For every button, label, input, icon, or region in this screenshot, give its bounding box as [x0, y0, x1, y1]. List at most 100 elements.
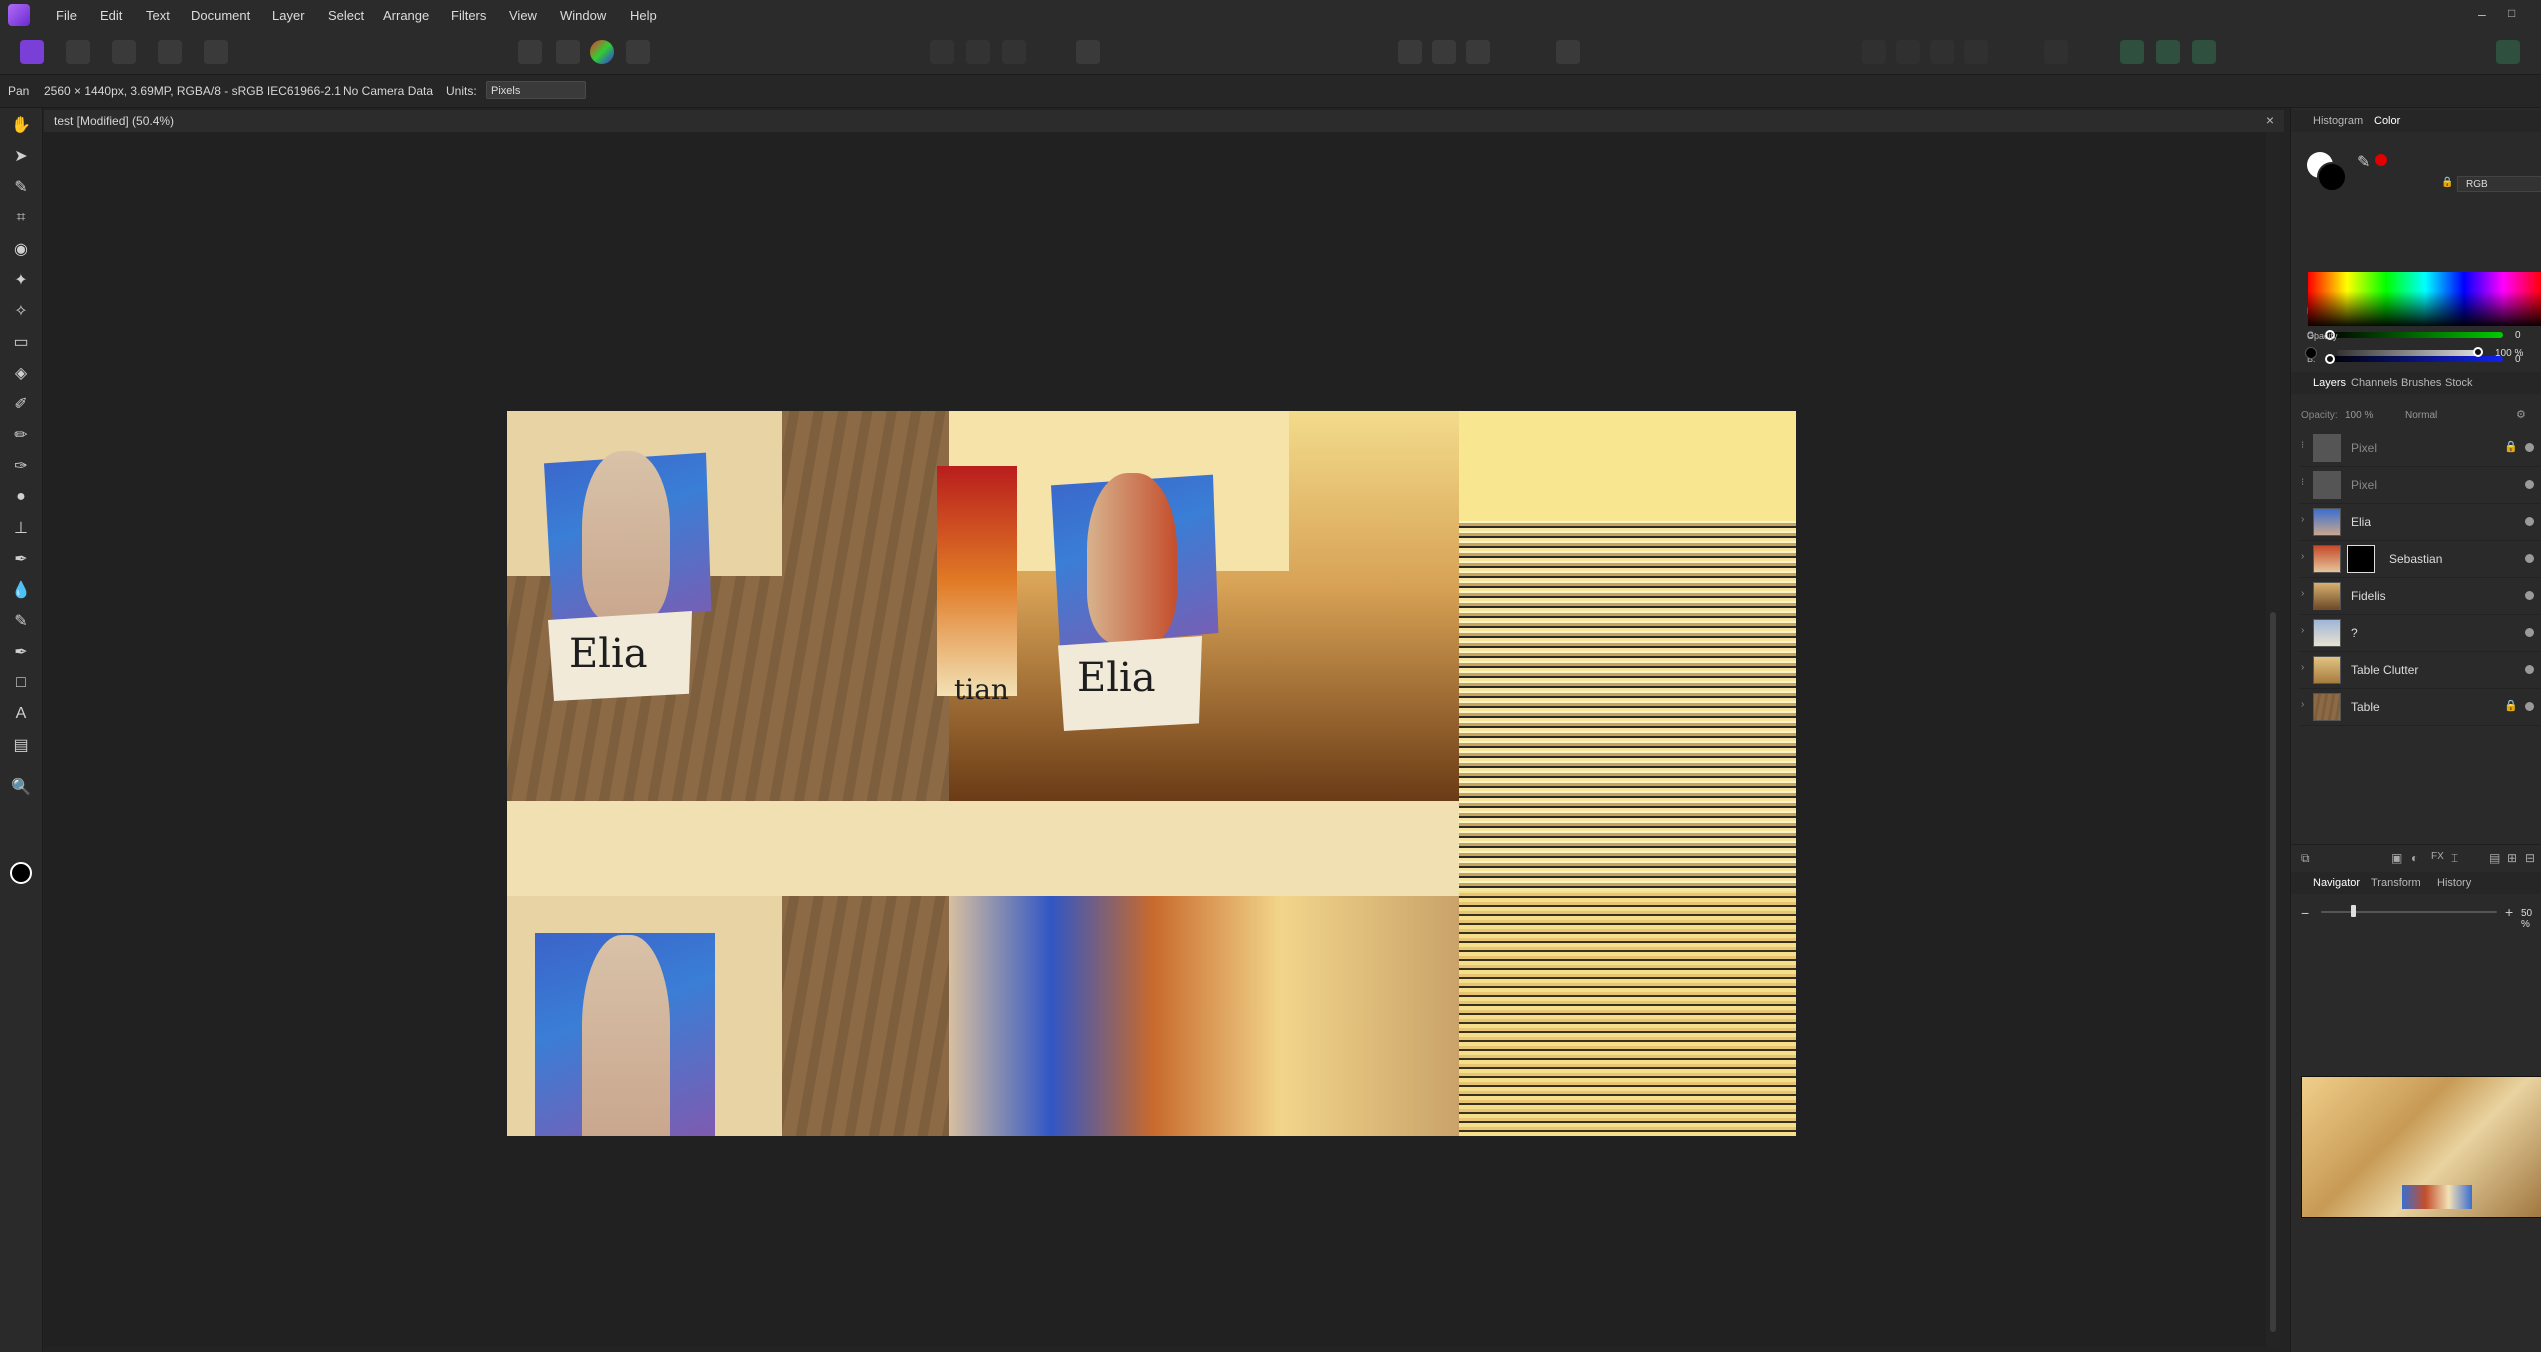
- color-picker-tool-icon[interactable]: ✎: [10, 176, 32, 198]
- channel-g-slider[interactable]: [2325, 332, 2503, 338]
- clone-tool-icon[interactable]: ⊥: [10, 517, 32, 539]
- adjustment-icon[interactable]: ◐: [2411, 851, 2418, 865]
- units-select[interactable]: Pixels: [486, 81, 586, 99]
- tab-histogram[interactable]: Histogram: [2313, 115, 2363, 127]
- liquify-persona-icon[interactable]: [66, 40, 90, 64]
- layer-settings-gear-icon[interactable]: ⚙: [2516, 408, 2526, 421]
- menu-arrange[interactable]: Arrange: [383, 0, 429, 32]
- boolean-subtract-icon[interactable]: [2156, 40, 2180, 64]
- boolean-add-icon[interactable]: [2120, 40, 2144, 64]
- layer-expand-icon[interactable]: ›: [2301, 625, 2304, 636]
- menu-select[interactable]: Select: [328, 0, 364, 32]
- layer-row-pixel-1[interactable]: ⁝ Pixel 🔒: [2299, 430, 2541, 467]
- guides-icon[interactable]: [1432, 40, 1456, 64]
- layer-row-fidelis[interactable]: › Fidelis: [2299, 578, 2541, 615]
- layer-lock-icon[interactable]: 🔒: [2504, 699, 2518, 712]
- flood-fill-tool-icon[interactable]: ◈: [10, 362, 32, 384]
- assistant-icon[interactable]: [1556, 40, 1580, 64]
- layer-row-pixel-2[interactable]: ⁝ Pixel: [2299, 467, 2541, 504]
- layer-lock-icon[interactable]: 🔒: [2504, 440, 2518, 453]
- tab-history[interactable]: History: [2437, 877, 2471, 889]
- zoom-tool-icon[interactable]: 🔍: [10, 776, 32, 798]
- user-account-icon[interactable]: [2496, 40, 2520, 64]
- auto-white-balance-icon[interactable]: [626, 40, 650, 64]
- tab-layers[interactable]: Layers: [2313, 377, 2346, 389]
- quick-mask-icon[interactable]: [1076, 40, 1100, 64]
- tab-color[interactable]: Color: [2374, 115, 2400, 127]
- layer-visibility-icon[interactable]: [2525, 443, 2534, 452]
- layer-mask-icon[interactable]: ▣: [2391, 851, 2402, 865]
- align-right-icon[interactable]: [1930, 40, 1954, 64]
- photo-persona-icon[interactable]: [20, 40, 44, 64]
- mesh-warp-tool-icon[interactable]: ▤: [10, 734, 32, 756]
- layer-row-unknown[interactable]: › ?: [2299, 615, 2541, 652]
- selection-subtract-icon[interactable]: [966, 40, 990, 64]
- maximize-button[interactable]: □: [2508, 6, 2515, 20]
- secondary-color-swatch-icon[interactable]: [2317, 162, 2347, 192]
- rectangle-tool-icon[interactable]: □: [10, 672, 32, 694]
- tab-stock[interactable]: Stock: [2445, 377, 2473, 389]
- transform-icon[interactable]: [2044, 40, 2068, 64]
- dodge-tool-icon[interactable]: ●: [10, 486, 32, 508]
- layer-visibility-icon[interactable]: [2525, 665, 2534, 674]
- layer-mask-thumbnail[interactable]: [2347, 545, 2375, 573]
- layer-visibility-icon[interactable]: [2525, 628, 2534, 637]
- fx-icon[interactable]: FX: [2431, 851, 2444, 862]
- pixel-tool-icon[interactable]: ✏: [10, 424, 32, 446]
- move-tool-icon[interactable]: ➤: [10, 145, 32, 167]
- layer-row-table-clutter[interactable]: › Table Clutter: [2299, 652, 2541, 689]
- layer-expand-icon[interactable]: ›: [2301, 588, 2304, 599]
- flood-select-tool-icon[interactable]: ✦: [10, 269, 32, 291]
- menu-text[interactable]: Text: [146, 0, 170, 32]
- document-tab[interactable]: test [Modified] (50.4%) ×: [44, 110, 2284, 132]
- tone-mapping-persona-icon[interactable]: [158, 40, 182, 64]
- opacity-slider[interactable]: [2337, 350, 2479, 356]
- menu-help[interactable]: Help: [630, 0, 657, 32]
- text-tool-icon[interactable]: A: [10, 703, 32, 725]
- inpainting-tool-icon[interactable]: ✎: [10, 610, 32, 632]
- tab-transform[interactable]: Transform: [2371, 877, 2421, 889]
- menu-edit[interactable]: Edit: [100, 0, 122, 32]
- export-persona-icon[interactable]: [204, 40, 228, 64]
- layer-row-sebastian[interactable]: › Sebastian: [2299, 541, 2541, 578]
- layer-visibility-icon[interactable]: [2525, 517, 2534, 526]
- color-mode-select[interactable]: RGB: [2457, 176, 2541, 192]
- selection-intersect-icon[interactable]: [1002, 40, 1026, 64]
- menu-layer[interactable]: Layer: [272, 0, 305, 32]
- pen-tool-icon[interactable]: ✒: [10, 641, 32, 663]
- align-center-icon[interactable]: [1896, 40, 1920, 64]
- picked-color-swatch[interactable]: [2375, 154, 2387, 166]
- menu-window[interactable]: Window: [560, 0, 606, 32]
- layer-row-table[interactable]: › Table 🔒: [2299, 689, 2541, 726]
- zoom-slider[interactable]: [2321, 911, 2497, 913]
- vertical-scrollbar[interactable]: [2266, 132, 2280, 1347]
- opacity-value[interactable]: 100 %: [2495, 348, 2523, 359]
- marquee-tool-icon[interactable]: ▭: [10, 331, 32, 353]
- crop-tool-icon[interactable]: ⌗: [10, 207, 32, 229]
- layer-copy-icon[interactable]: ⧉: [2301, 851, 2310, 866]
- blur-brush-tool-icon[interactable]: ✒: [10, 548, 32, 570]
- distribute-icon[interactable]: [1964, 40, 1988, 64]
- sharpen-brush-tool-icon[interactable]: 💧: [10, 579, 32, 601]
- snapping-icon[interactable]: [1398, 40, 1422, 64]
- add-group-icon[interactable]: ▤: [2489, 851, 2500, 865]
- lock-icon[interactable]: 🔒: [2441, 177, 2453, 188]
- close-document-button[interactable]: ×: [2266, 112, 2274, 128]
- zoom-in-icon[interactable]: +: [2505, 904, 2513, 920]
- boolean-intersect-icon[interactable]: [2192, 40, 2216, 64]
- tab-navigator[interactable]: Navigator: [2313, 877, 2360, 889]
- layer-visibility-icon[interactable]: [2525, 591, 2534, 600]
- delete-layer-icon[interactable]: ⊟: [2525, 851, 2535, 865]
- color-swatch-icon[interactable]: [10, 862, 32, 884]
- zoom-slider-knob[interactable]: [2351, 905, 2356, 917]
- erase-brush-tool-icon[interactable]: ✑: [10, 455, 32, 477]
- hand-tool-icon[interactable]: ✋: [10, 114, 32, 136]
- channel-b-knob[interactable]: [2325, 354, 2335, 364]
- layer-expand-icon[interactable]: ›: [2301, 551, 2304, 562]
- auto-colors-icon[interactable]: [590, 40, 614, 64]
- live-filter-icon[interactable]: ⌶: [2451, 851, 2458, 866]
- layer-visibility-icon[interactable]: [2525, 554, 2534, 563]
- menu-file[interactable]: File: [56, 0, 77, 32]
- blend-mode-select[interactable]: Normal: [2405, 410, 2437, 421]
- layer-expand-icon[interactable]: ⁝: [2301, 477, 2304, 488]
